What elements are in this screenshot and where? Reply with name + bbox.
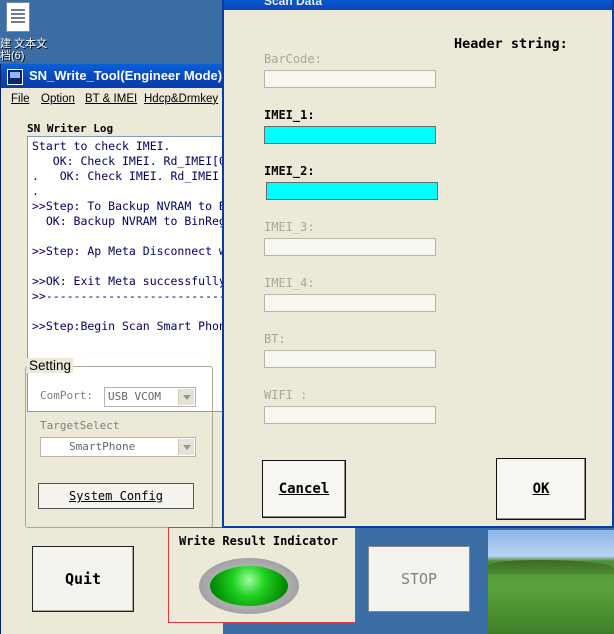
- dialog-body: Header string: BarCode: IMEI_1: IMEI_2: …: [224, 10, 612, 528]
- app-icon: [7, 69, 23, 85]
- ok-label: OK: [532, 481, 550, 497]
- dialog-title: Scan Data: [264, 0, 323, 8]
- target-select-label: TargetSelect: [40, 419, 120, 432]
- cancel-label: Cancel: [278, 481, 330, 497]
- menu-bt-imei[interactable]: BT & IMEI: [85, 93, 137, 105]
- write-result-indicator: Write Result Indicator: [168, 527, 356, 623]
- comport-label: ComPort:: [40, 389, 93, 402]
- menu-hdcp-drmkey[interactable]: Hdcp&Drmkey: [144, 93, 218, 105]
- log-line: . OK: Check IMEI. Rd_IMEI: [32, 169, 219, 183]
- log-line: >>Step: To Backup NVRAM to B: [32, 199, 225, 213]
- target-value: SmartPhone: [69, 440, 136, 453]
- wifi-field: [264, 406, 436, 424]
- menu-option[interactable]: Option: [41, 93, 75, 105]
- chevron-down-icon[interactable]: [178, 389, 194, 405]
- barcode-label: BarCode:: [264, 52, 322, 66]
- quit-button[interactable]: Quit: [32, 546, 134, 612]
- setting-title: Setting: [27, 358, 74, 373]
- barcode-field: [264, 70, 436, 88]
- imei1-field[interactable]: [264, 126, 436, 144]
- wifi-label: WIFI :: [264, 388, 308, 402]
- menu-file[interactable]: File: [11, 93, 30, 105]
- log-line: >>Step:Begin Scan Smart Phon: [32, 319, 225, 333]
- bt-field: [264, 350, 436, 368]
- log-line: >>OK: Exit Meta successfully: [32, 274, 225, 288]
- comport-select[interactable]: USB VCOM: [104, 387, 196, 407]
- bt-label: BT:: [264, 332, 286, 346]
- imei4-field: [264, 294, 436, 312]
- desktop-wallpaper: [488, 530, 614, 634]
- log-line: Start to check IMEI.: [32, 139, 171, 153]
- main-titlebar[interactable]: SN_Write_Tool(Engineer Mode): [1, 64, 223, 88]
- log-line: .: [32, 184, 39, 198]
- system-config-label: System Config: [69, 489, 163, 503]
- log-line: OK: Backup NVRAM to BinReg: [32, 214, 225, 228]
- ok-button[interactable]: OK: [496, 458, 586, 520]
- led-ring: [199, 558, 299, 614]
- cancel-button[interactable]: Cancel: [262, 460, 346, 518]
- log-line: >>--------------------------: [32, 289, 225, 303]
- header-string-label: Header string:: [454, 36, 568, 52]
- imei2-field[interactable]: [266, 182, 438, 200]
- desktop-icon-label[interactable]: 建 文本文 档(6): [0, 38, 60, 62]
- log-line: OK: Check IMEI. Rd_IMEI[0: [32, 154, 225, 168]
- log-line: >>Step: Ap Meta Disconnect w: [32, 244, 225, 258]
- imei3-field: [264, 238, 436, 256]
- imei1-label: IMEI_1:: [264, 108, 315, 122]
- log-label: SN Writer Log: [25, 122, 116, 135]
- system-config-button[interactable]: System Config: [38, 483, 194, 509]
- target-select[interactable]: SmartPhone: [40, 437, 196, 457]
- scan-data-dialog: Scan Data Header string: BarCode: IMEI_1…: [222, 0, 614, 528]
- comport-value: USB VCOM: [108, 390, 161, 403]
- menu-bar: File Option BT & IMEI Hdcp&Drmkey: [1, 90, 223, 110]
- indicator-title: Write Result Indicator: [179, 534, 338, 548]
- green-led-icon: [210, 566, 288, 606]
- imei2-label: IMEI_2:: [264, 164, 315, 178]
- stop-button: STOP: [368, 546, 470, 612]
- dialog-titlebar[interactable]: Scan Data: [224, 0, 612, 10]
- chevron-down-icon[interactable]: [178, 439, 194, 455]
- window-title: SN_Write_Tool(Engineer Mode): [29, 68, 223, 83]
- imei4-label: IMEI_4:: [264, 276, 315, 290]
- text-file-icon[interactable]: [6, 2, 30, 32]
- setting-group: Setting ComPort: USB VCOM TargetSelect S…: [25, 358, 213, 528]
- imei3-label: IMEI_3:: [264, 220, 315, 234]
